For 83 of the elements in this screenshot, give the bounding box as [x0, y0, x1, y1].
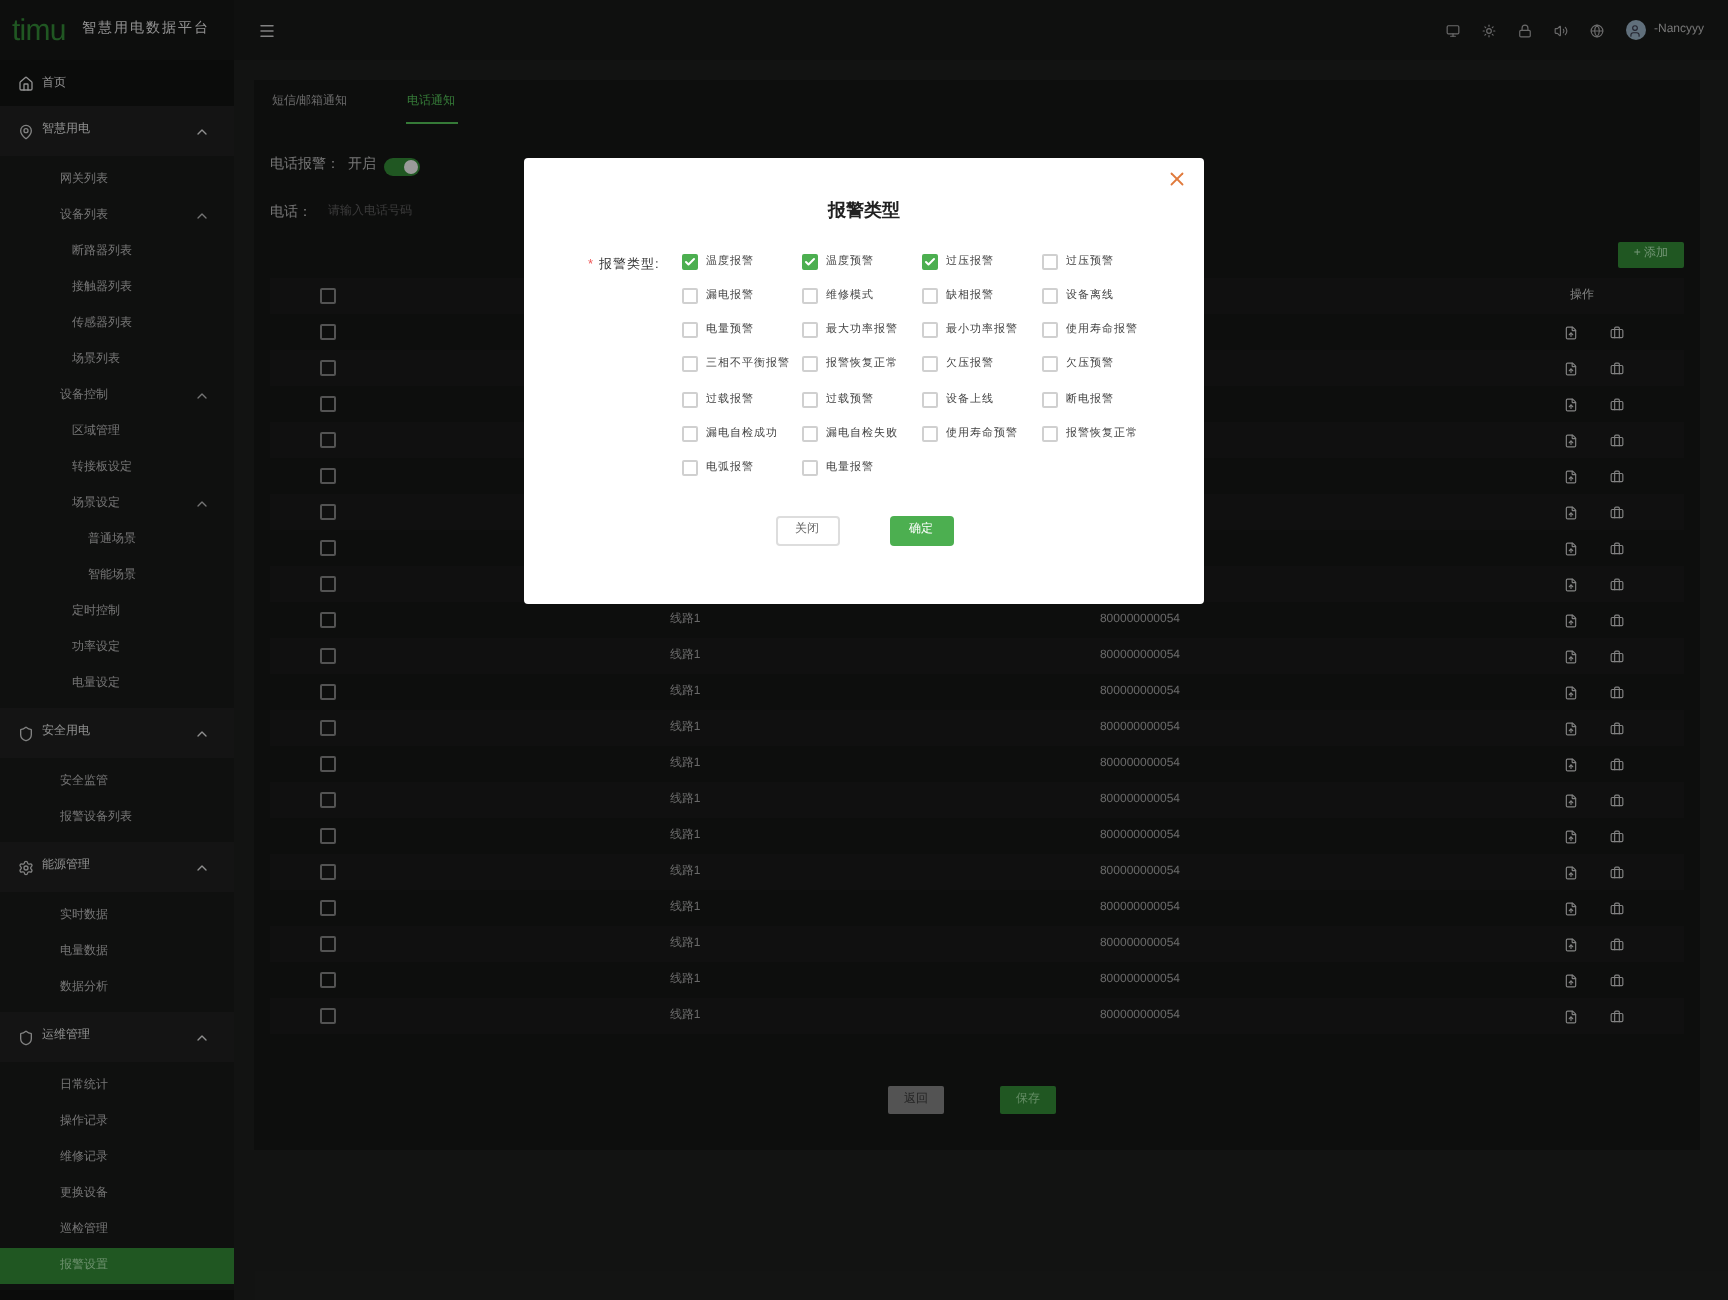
bag-icon[interactable] [1610, 361, 1624, 375]
menu-item-icon [18, 859, 34, 875]
document-icon[interactable] [1564, 325, 1578, 339]
bag-icon[interactable] [1610, 505, 1624, 519]
chevron-icon [194, 208, 210, 224]
document-icon[interactable] [1564, 397, 1578, 411]
menu-item-icon [18, 1029, 34, 1045]
bag-icon[interactable] [1610, 793, 1624, 807]
checkbox[interactable] [319, 504, 335, 520]
document-icon[interactable] [1564, 901, 1578, 915]
home-icon [18, 76, 34, 92]
toggle-switch[interactable] [384, 157, 420, 176]
checkbox[interactable] [319, 936, 335, 952]
document-icon[interactable] [1564, 685, 1578, 699]
checkbox[interactable] [319, 900, 335, 916]
bag-icon[interactable] [1610, 937, 1624, 951]
bag-icon[interactable] [1610, 901, 1624, 915]
speaker-icon[interactable] [1553, 23, 1568, 37]
checkbox[interactable] [319, 360, 335, 376]
bag-icon[interactable] [1610, 757, 1624, 771]
checkbox[interactable] [319, 576, 335, 592]
document-icon[interactable] [1564, 613, 1578, 627]
chevron-icon [194, 496, 210, 512]
checkbox[interactable] [319, 396, 335, 412]
checkbox[interactable] [922, 253, 938, 270]
monitor-icon[interactable] [1445, 23, 1460, 37]
bag-icon[interactable] [1610, 397, 1624, 411]
bag-icon[interactable] [1610, 973, 1624, 987]
document-icon[interactable] [1564, 577, 1578, 591]
bag-icon[interactable] [1610, 721, 1624, 735]
checkbox[interactable] [319, 756, 335, 772]
checkbox[interactable] [319, 468, 335, 484]
menu-item-icon [18, 725, 34, 741]
bag-icon[interactable] [1610, 649, 1624, 663]
checkbox[interactable] [802, 253, 818, 270]
checkbox[interactable] [319, 324, 335, 340]
document-icon[interactable] [1564, 649, 1578, 663]
checkbox[interactable] [319, 540, 335, 556]
checkbox[interactable] [319, 864, 335, 880]
menu-item-icon [18, 123, 34, 139]
menu-icon[interactable] [258, 21, 276, 39]
sun-icon[interactable] [1481, 23, 1496, 37]
checkbox[interactable] [319, 828, 335, 844]
document-icon[interactable] [1564, 721, 1578, 735]
lock-icon[interactable] [1517, 23, 1532, 37]
bag-icon[interactable] [1610, 541, 1624, 555]
bag-icon[interactable] [1610, 829, 1624, 843]
bag-icon[interactable] [1610, 613, 1624, 627]
document-icon[interactable] [1564, 829, 1578, 843]
bag-icon[interactable] [1610, 865, 1624, 879]
bag-icon[interactable] [1610, 469, 1624, 483]
checkbox[interactable] [319, 720, 335, 736]
bag-icon[interactable] [1610, 1009, 1624, 1023]
checkbox[interactable] [319, 792, 335, 808]
dialog-title: 报警类型 [828, 198, 900, 224]
bag-icon[interactable] [1610, 433, 1624, 447]
avatar[interactable] [1625, 20, 1646, 40]
checkbox[interactable] [319, 612, 335, 628]
document-icon[interactable] [1564, 937, 1578, 951]
document-icon[interactable] [1564, 433, 1578, 447]
checkbox[interactable] [319, 972, 335, 988]
document-icon[interactable] [1564, 469, 1578, 483]
checkbox[interactable] [319, 432, 335, 448]
document-icon[interactable] [1564, 865, 1578, 879]
document-icon[interactable] [1564, 793, 1578, 807]
bag-icon[interactable] [1610, 577, 1624, 591]
checkbox[interactable] [682, 253, 698, 270]
document-icon[interactable] [1564, 361, 1578, 375]
checkbox[interactable] [319, 288, 335, 304]
checkbox[interactable] [319, 648, 335, 664]
bag-icon[interactable] [1610, 325, 1624, 339]
document-icon[interactable] [1564, 505, 1578, 519]
chevron-icon [194, 388, 210, 404]
checkbox[interactable] [319, 684, 335, 700]
document-icon[interactable] [1564, 757, 1578, 771]
bag-icon[interactable] [1610, 685, 1624, 699]
globe-icon[interactable] [1589, 23, 1604, 37]
close-icon[interactable] [1166, 168, 1188, 190]
checkbox[interactable] [319, 1008, 335, 1024]
document-icon[interactable] [1564, 541, 1578, 555]
document-icon[interactable] [1564, 973, 1578, 987]
logo: timu [12, 15, 66, 45]
document-icon[interactable] [1564, 1009, 1578, 1023]
